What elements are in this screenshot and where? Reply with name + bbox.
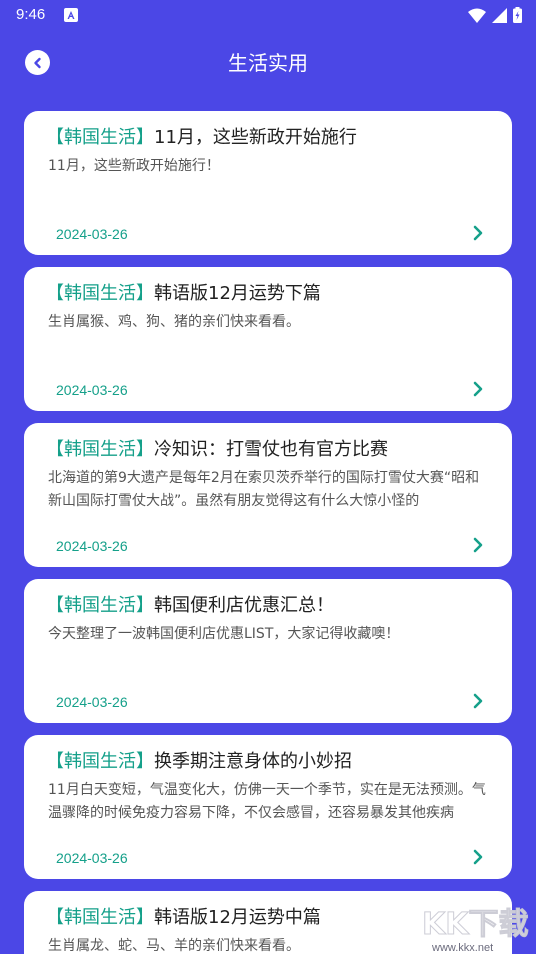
article-summary: 今天整理了一波韩国便利店优惠LIST，大家记得收藏噢！: [48, 626, 400, 642]
article-tag: 【韩国生活】: [46, 283, 154, 304]
article-tag: 【韩国生活】: [46, 751, 154, 772]
status-bar: 9:46: [0, 0, 536, 30]
article-title: 【韩国生活】韩语版12月运势下篇: [46, 279, 494, 305]
article-tag: 【韩国生活】: [46, 439, 154, 460]
article-title: 【韩国生活】换季期注意身体的小妙招: [46, 747, 494, 773]
watermark-url: www.kkx.net: [431, 942, 493, 954]
article-title-text: 11月，这些新政开始施行: [154, 127, 357, 148]
signal-icon: [492, 7, 507, 23]
battery-icon: [513, 7, 522, 23]
article-title: 【韩国生活】11月，这些新政开始施行: [46, 123, 494, 149]
watermark-brand: KK下载: [422, 907, 529, 942]
chevron-right-icon[interactable]: [472, 693, 484, 709]
chevron-right-icon[interactable]: [472, 225, 484, 241]
kkx-watermark-logo: KK下载 www.kkx.net: [422, 907, 530, 954]
article-title: 【韩国生活】韩国便利店优惠汇总！: [46, 591, 494, 617]
wifi-icon: [468, 8, 486, 23]
article-card[interactable]: 【韩国生活】11月，这些新政开始施行 11月，这些新政开始施行！ 2024-03…: [24, 111, 512, 255]
chevron-right-icon[interactable]: [472, 849, 484, 865]
article-card[interactable]: 【韩国生活】冷知识：打雪仗也有官方比赛 北海道的第9大遗产是每年2月在索贝茨乔举…: [24, 423, 512, 567]
article-date: 2024-03-26: [56, 694, 128, 710]
article-title-text: 冷知识：打雪仗也有官方比赛: [154, 439, 388, 460]
article-tag: 【韩国生活】: [46, 907, 154, 928]
article-title-text: 韩语版12月运势中篇: [154, 907, 321, 928]
article-card[interactable]: 【韩国生活】韩语版12月运势下篇 生肖属猴、鸡、狗、猪的亲们快来看看。 2024…: [24, 267, 512, 411]
page-title: 生活实用: [228, 51, 308, 75]
article-tag: 【韩国生活】: [46, 595, 154, 616]
status-time: 9:46: [16, 6, 46, 23]
app-header: 生活实用: [0, 30, 536, 92]
article-date: 2024-03-26: [56, 850, 128, 866]
article-title: 【韩国生活】冷知识：打雪仗也有官方比赛: [46, 435, 494, 461]
article-date: 2024-03-26: [56, 382, 128, 398]
article-date: 2024-03-26: [56, 538, 128, 554]
article-summary: 11月，这些新政开始施行！: [48, 158, 220, 174]
article-title-text: 韩国便利店优惠汇总！: [154, 595, 334, 616]
article-tag: 【韩国生活】: [46, 127, 154, 148]
article-title-text: 韩语版12月运势下篇: [154, 283, 321, 304]
article-title-text: 换季期注意身体的小妙招: [154, 751, 352, 772]
article-card[interactable]: 【韩国生活】韩国便利店优惠汇总！ 今天整理了一波韩国便利店优惠LIST，大家记得…: [24, 579, 512, 723]
article-date: 2024-03-26: [56, 226, 128, 242]
article-summary: 生肖属猴、鸡、狗、猪的亲们快来看看。: [48, 314, 300, 330]
chevron-right-icon[interactable]: [472, 537, 484, 553]
article-summary: 北海道的第9大遗产是每年2月在索贝茨乔举行的国际打雪仗大赛“昭和新山国际打雪仗大…: [48, 470, 480, 509]
article-summary: 11月白天变短，气温变化大，仿佛一天一个季节，实在是无法预测。气温骤降的时候免疫…: [48, 782, 486, 821]
chevron-right-icon[interactable]: [472, 381, 484, 397]
article-card[interactable]: 【韩国生活】换季期注意身体的小妙招 11月白天变短，气温变化大，仿佛一天一个季节…: [24, 735, 512, 879]
notification-a-icon: [64, 8, 78, 22]
